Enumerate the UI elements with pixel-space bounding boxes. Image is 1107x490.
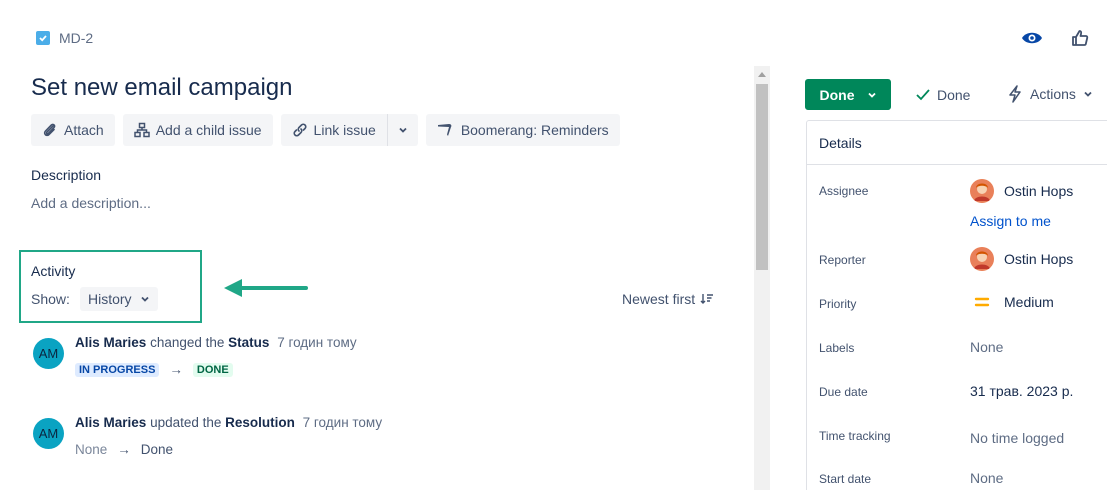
user-avatar <box>970 247 994 271</box>
status-button-label: Done <box>819 86 855 103</box>
activity-entry-text: Alis Maries changed the Status 7 годин т… <box>75 334 357 352</box>
task-checkbox-icon <box>36 31 50 45</box>
arrow-right-icon: → <box>117 442 131 457</box>
actions-menu-button[interactable]: Actions <box>1007 85 1093 103</box>
activity-heading: Activity <box>31 263 76 279</box>
resolution-indicator[interactable]: Done <box>915 87 970 103</box>
add-child-label: Add a child issue <box>155 122 262 138</box>
status-change: IN PROGRESS → DONE <box>75 362 357 377</box>
user-avatar <box>970 179 994 203</box>
assignee-name: Ostin Hops <box>1004 183 1074 199</box>
link-icon <box>293 123 307 137</box>
checkmark-icon <box>916 89 930 101</box>
activity-field: Status <box>228 335 270 350</box>
resolution-change: None → Done <box>75 442 382 457</box>
boomerang-reminders-button[interactable]: Boomerang: Reminders <box>425 114 620 146</box>
resolution-label: Done <box>937 87 971 103</box>
labels-value[interactable]: None <box>970 339 1003 355</box>
start-date-value[interactable]: None <box>970 470 1003 486</box>
pointer-arrow-icon <box>224 279 308 297</box>
link-issue-label: Link issue <box>313 122 376 138</box>
add-child-issue-button[interactable]: Add a child issue <box>122 114 273 146</box>
issue-key-text: MD-2 <box>59 30 94 46</box>
activity-action: changed the <box>150 335 225 350</box>
time-tracking-label: Time tracking <box>819 429 891 443</box>
sort-order-button[interactable]: Newest first <box>622 291 714 307</box>
details-header[interactable]: Details <box>807 121 1107 165</box>
issue-toolbar: Attach Add a child issue Link issue Boom… <box>31 114 620 146</box>
description-input[interactable]: Add a description... <box>31 195 151 211</box>
due-date-label: Due date <box>819 385 868 399</box>
resolution-to: Done <box>140 442 174 457</box>
due-date-value[interactable]: 31 трав. 2023 р. <box>970 383 1073 399</box>
actions-label: Actions <box>1030 86 1076 102</box>
main-scrollbar[interactable] <box>754 66 770 490</box>
lightning-bolt-icon <box>1009 85 1021 103</box>
labels-label: Labels <box>819 341 855 355</box>
link-issue-dropdown-button[interactable] <box>386 114 418 146</box>
activity-entry: AM Alis Maries updated the Resolution 7 … <box>33 413 382 457</box>
start-date-label: Start date <box>819 472 872 486</box>
attach-button[interactable]: Attach <box>31 114 115 146</box>
assign-to-me-link[interactable]: Assign to me <box>970 213 1051 229</box>
details-panel: Details Assignee Ostin Hops Assign to me… <box>806 120 1107 490</box>
chevron-down-icon <box>867 92 876 98</box>
priority-text: Medium <box>1004 294 1054 310</box>
reporter-value[interactable]: Ostin Hops <box>970 247 1073 271</box>
watch-eye-icon[interactable] <box>1021 27 1043 49</box>
avatar[interactable]: AM <box>33 338 64 369</box>
chevron-down-icon <box>140 296 149 302</box>
boomerang-icon <box>437 124 452 136</box>
scrollbar-thumb[interactable] <box>756 84 768 270</box>
time-tracking-value[interactable]: No time logged <box>970 430 1064 446</box>
activity-user[interactable]: Alis Maries <box>75 415 146 430</box>
resolution-from: None <box>75 442 108 457</box>
activity-entry-text: Alis Maries updated the Resolution 7 год… <box>75 414 382 432</box>
issue-title[interactable]: Set new email campaign <box>31 74 292 102</box>
avatar[interactable]: AM <box>33 418 64 449</box>
sort-order-label: Newest first <box>622 291 696 307</box>
status-lozenge-from: IN PROGRESS <box>75 362 160 377</box>
link-issue-group: Link issue <box>280 114 418 146</box>
reporter-name: Ostin Hops <box>1004 251 1074 267</box>
chevron-down-icon <box>1084 91 1092 97</box>
scroll-up-arrow-icon[interactable] <box>754 66 770 82</box>
sort-descending-icon <box>700 294 714 304</box>
status-lozenge-to: DONE <box>192 362 233 377</box>
activity-entry: AM Alis Maries changed the Status 7 годи… <box>33 333 357 377</box>
activity-action: updated the <box>150 415 222 430</box>
assignee-value[interactable]: Ostin Hops <box>970 179 1073 203</box>
activity-filter-value: History <box>88 291 132 307</box>
status-transition-button[interactable]: Done <box>805 79 891 110</box>
paperclip-icon <box>43 123 56 137</box>
description-heading: Description <box>31 167 102 183</box>
show-label: Show: <box>31 291 70 307</box>
link-issue-button[interactable]: Link issue <box>280 114 387 146</box>
chevron-down-icon <box>399 127 407 133</box>
hierarchy-icon <box>133 122 150 138</box>
activity-timestamp: 7 годин тому <box>302 415 383 430</box>
issue-key-breadcrumb[interactable]: MD-2 <box>36 30 93 46</box>
priority-label: Priority <box>819 297 857 311</box>
attach-label: Attach <box>64 122 104 138</box>
thumbs-up-icon[interactable] <box>1069 27 1091 49</box>
activity-timestamp: 7 годин тому <box>277 335 357 350</box>
priority-value[interactable]: Medium <box>970 294 1054 310</box>
reporter-label: Reporter <box>819 253 866 267</box>
activity-user[interactable]: Alis Maries <box>75 335 146 350</box>
boomerang-label: Boomerang: Reminders <box>460 122 609 138</box>
activity-field: Resolution <box>225 415 295 430</box>
arrow-right-icon: → <box>169 362 183 377</box>
priority-medium-icon <box>974 297 990 307</box>
assignee-label: Assignee <box>819 184 869 198</box>
activity-filter-select[interactable]: History <box>80 287 158 311</box>
